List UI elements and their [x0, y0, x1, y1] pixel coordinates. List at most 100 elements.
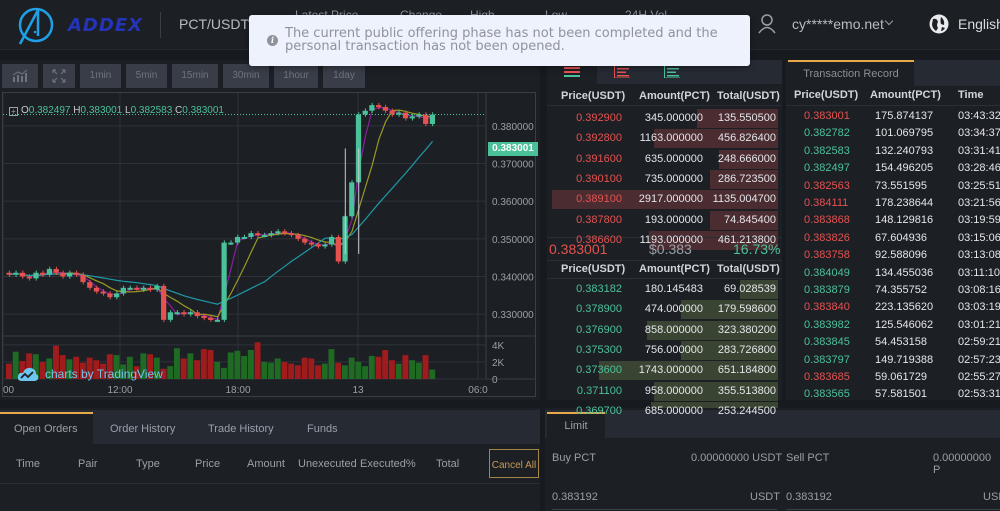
candle-body	[208, 317, 214, 320]
language-selector[interactable]: English	[958, 16, 1000, 32]
trade-price: 0.382583	[804, 144, 850, 157]
bid-amount: 1743.000000	[638, 364, 703, 377]
candle-body	[93, 287, 100, 292]
trade-row: 0.383982 125.546062 03:01:21	[786, 317, 1000, 334]
trade-time: 03:13:08	[958, 249, 1000, 262]
candle-body	[100, 291, 106, 294]
volume-bar	[395, 363, 402, 379]
user-account-menu[interactable]: cy*****emo.net	[792, 16, 884, 32]
trade-row: 0.383758 92.588096 03:13:08	[786, 247, 1000, 264]
ask-row[interactable]: 0.392800 1163.000000 456.826400	[547, 129, 782, 149]
interval-1hour[interactable]: 1hour	[274, 64, 318, 88]
tab-order-history[interactable]: Order History	[110, 412, 175, 446]
indicators-icon	[12, 69, 28, 82]
last-price-tag: 0.383001	[488, 142, 538, 156]
volume-bar	[274, 358, 281, 379]
ask-row[interactable]: 0.387800 193.000000 74.845400	[547, 210, 782, 230]
candle-body	[66, 272, 73, 277]
ohlc-legend: + O0.382497 H0.383001 L0.382583 C0.383001	[9, 105, 224, 116]
trade-amount: 74.355752	[875, 284, 927, 296]
bid-amount: 756.000000	[644, 343, 703, 356]
candle-body	[315, 244, 321, 247]
pair-selector[interactable]: PCT/USDT	[179, 16, 249, 32]
trade-price: 0.382497	[804, 162, 850, 175]
col-price: Price(USDT)	[794, 89, 859, 101]
candle-body	[187, 312, 194, 315]
chart-canvas[interactable]: 0.380000 0.370000 0.360000 0.350000 0.340000…	[3, 93, 535, 396]
bid-row[interactable]: 0.375300 756.000000 283.726800	[547, 340, 782, 360]
ask-price: 0.391600	[576, 152, 622, 165]
orderbook-asks-icon	[614, 66, 630, 79]
trade-time: 03:15:06	[958, 231, 1000, 244]
bid-row[interactable]: 0.383182 180.145483 69.028539	[547, 280, 782, 299]
bid-row[interactable]: 0.376900 858.000000 323.380200	[547, 320, 782, 340]
time-axis-label: 13	[352, 385, 364, 396]
interval-5min[interactable]: 5min	[126, 64, 167, 88]
collapse-legend-icon[interactable]: +	[9, 107, 18, 116]
bid-row[interactable]: 0.371100 958.000000 355.513800	[547, 381, 782, 401]
globe-icon[interactable]	[929, 14, 949, 34]
chevron-down-icon[interactable]	[884, 16, 894, 26]
candle-body	[33, 272, 39, 279]
candle-body	[248, 233, 254, 237]
tab-transaction-record[interactable]: Transaction Record	[788, 60, 914, 86]
trade-amount: 148.129816	[875, 214, 934, 227]
fullscreen-button[interactable]	[43, 64, 75, 88]
bid-row[interactable]: 0.378900 474.000000 179.598600	[547, 300, 782, 320]
price-axis-label: 0.370000	[492, 160, 534, 171]
candle-body	[261, 235, 268, 238]
ask-row[interactable]: 0.390100 735.000000 286.723500	[547, 169, 782, 189]
sell-balance: 0.00000000 P	[933, 452, 992, 476]
ask-price: 0.392800	[576, 132, 622, 145]
candle-body	[19, 272, 26, 277]
brand-logo[interactable]: ADDEX	[14, 6, 154, 46]
col-total: Total	[436, 458, 460, 470]
buy-price-input[interactable]: 0.383192	[552, 491, 598, 503]
trade-amount: 73.551595	[875, 179, 927, 192]
volume-bar	[241, 355, 248, 379]
cancel-all-button[interactable]: Cancel All	[489, 449, 539, 478]
ohlc-low: 0.382583	[130, 105, 173, 116]
sell-price-input[interactable]: 0.383192	[786, 491, 832, 503]
trade-amount: 101.069795	[875, 127, 934, 140]
orderbook-bids-icon	[664, 66, 680, 79]
volume-bar	[281, 361, 288, 379]
price-axis-label: 0.340000	[492, 273, 534, 284]
addex-logo-icon	[18, 7, 54, 45]
volume-bar	[261, 361, 268, 379]
ask-amount: 1163.000000	[639, 132, 703, 145]
interval-15min[interactable]: 15min	[172, 64, 218, 88]
ask-total: 461.213800	[717, 233, 776, 246]
tab-trade-history[interactable]: Trade History	[208, 412, 274, 446]
interval-30min[interactable]: 30min	[223, 64, 269, 88]
ask-amount: 735.000000	[644, 172, 703, 185]
ask-row[interactable]: 0.389100 2917.000000 1135.004700	[547, 190, 782, 210]
volume-bar	[429, 369, 436, 379]
ask-row[interactable]: 0.392900 345.000000 135.550500	[547, 109, 782, 128]
volume-axis-label: 4K	[492, 341, 505, 352]
trade-row: 0.382563 73.551595 03:25:51	[786, 178, 1000, 195]
volume-bar	[227, 352, 234, 379]
ask-row[interactable]: 0.391600 635.000000 248.666000	[547, 149, 782, 169]
volume-bar	[6, 363, 12, 379]
tradingview-brand[interactable]: charts by TradingView	[17, 366, 163, 382]
indicators-button[interactable]	[2, 64, 38, 88]
col-amount: Amount(PCT)	[870, 89, 941, 101]
chart-toolbar: 1min 5min 15min 30min 1hour 1day	[2, 64, 365, 88]
price-chart[interactable]: + O0.382497 H0.383001 L0.382583 C0.383001…	[2, 92, 538, 426]
volume-bar	[308, 358, 315, 379]
interval-1day[interactable]: 1day	[323, 64, 365, 88]
user-icon[interactable]	[758, 14, 776, 34]
trade-amount: 175.874137	[875, 110, 934, 122]
trade-row: 0.383001 175.874137 03:43:32	[786, 108, 1000, 125]
candle-body	[26, 276, 32, 279]
tab-open-orders[interactable]: Open Orders	[0, 412, 93, 446]
trade-amount: 149.719388	[875, 353, 934, 366]
time-axis-label: 12:00	[107, 385, 132, 396]
tab-funds[interactable]: Funds	[307, 412, 338, 446]
trade-price: 0.383868	[804, 214, 850, 227]
candle-body	[40, 272, 46, 275]
bid-row[interactable]: 0.373600 1743.000000 651.184800	[547, 361, 782, 381]
sell-price-unit: USI	[983, 491, 1000, 503]
interval-1min[interactable]: 1min	[80, 64, 121, 88]
